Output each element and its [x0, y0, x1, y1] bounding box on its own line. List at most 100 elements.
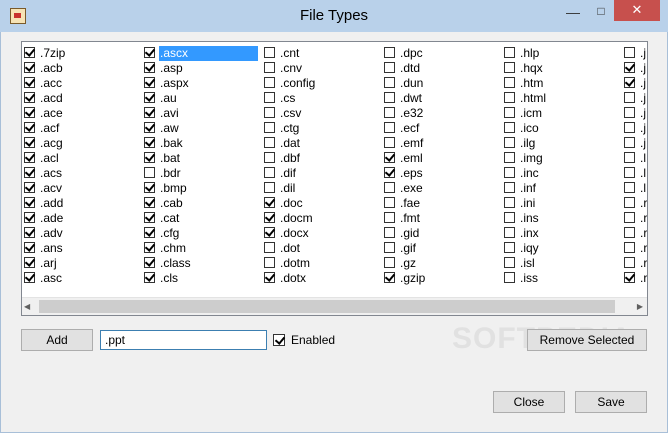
item-checkbox[interactable]	[624, 107, 635, 118]
item-checkbox[interactable]	[264, 107, 275, 118]
list-item[interactable]: .ans	[24, 241, 142, 256]
item-checkbox[interactable]	[264, 197, 275, 208]
list-item[interactable]: .docx	[264, 226, 382, 241]
item-checkbox[interactable]	[144, 272, 155, 283]
item-checkbox[interactable]	[144, 77, 155, 88]
item-checkbox[interactable]	[144, 107, 155, 118]
close-window-button[interactable]: ✕	[614, 0, 660, 21]
list-item[interactable]: .bmp	[144, 181, 262, 196]
list-item[interactable]: .adv	[24, 226, 142, 241]
item-checkbox[interactable]	[144, 167, 155, 178]
item-checkbox[interactable]	[264, 257, 275, 268]
list-item[interactable]: .inf	[504, 181, 622, 196]
item-checkbox[interactable]	[144, 212, 155, 223]
item-checkbox[interactable]	[24, 167, 35, 178]
item-checkbox[interactable]	[264, 137, 275, 148]
item-checkbox[interactable]	[144, 227, 155, 238]
item-checkbox[interactable]	[264, 167, 275, 178]
list-item[interactable]: .dbf	[264, 151, 382, 166]
item-checkbox[interactable]	[624, 92, 635, 103]
item-checkbox[interactable]	[24, 122, 35, 133]
item-checkbox[interactable]	[384, 77, 395, 88]
item-checkbox[interactable]	[504, 182, 515, 193]
list-item[interactable]: .dpc	[384, 46, 502, 61]
item-checkbox[interactable]	[144, 137, 155, 148]
list-item[interactable]: .acd	[24, 91, 142, 106]
list-item[interactable]: .j	[624, 91, 647, 106]
list-item[interactable]: .7zip	[24, 46, 142, 61]
list-item[interactable]: .inc	[504, 166, 622, 181]
item-checkbox[interactable]	[504, 92, 515, 103]
list-item[interactable]: .avi	[144, 106, 262, 121]
list-item[interactable]: .html	[504, 91, 622, 106]
list-item[interactable]: .r	[624, 271, 647, 286]
list-item[interactable]: .chm	[144, 241, 262, 256]
list-item[interactable]: .ctg	[264, 121, 382, 136]
item-checkbox[interactable]	[384, 152, 395, 163]
item-checkbox[interactable]	[264, 272, 275, 283]
item-checkbox[interactable]	[384, 92, 395, 103]
item-checkbox[interactable]	[504, 242, 515, 253]
item-checkbox[interactable]	[504, 197, 515, 208]
scroll-right-icon[interactable]: ▶	[637, 302, 643, 311]
item-checkbox[interactable]	[24, 92, 35, 103]
list-item[interactable]: .acs	[24, 166, 142, 181]
list-item[interactable]: .dil	[264, 181, 382, 196]
extension-input[interactable]: .ppt	[100, 330, 267, 350]
item-checkbox[interactable]	[24, 272, 35, 283]
list-item[interactable]: .acv	[24, 181, 142, 196]
item-checkbox[interactable]	[504, 107, 515, 118]
item-checkbox[interactable]	[264, 92, 275, 103]
maximize-button[interactable]: □	[588, 4, 614, 22]
list-item[interactable]: .cnv	[264, 61, 382, 76]
item-checkbox[interactable]	[144, 197, 155, 208]
list-item[interactable]: .gzip	[384, 271, 502, 286]
list-item[interactable]: .cfg	[144, 226, 262, 241]
list-item[interactable]: .class	[144, 256, 262, 271]
list-item[interactable]: .r	[624, 211, 647, 226]
item-checkbox[interactable]	[624, 212, 635, 223]
list-item[interactable]: .fmt	[384, 211, 502, 226]
list-item[interactable]: .docm	[264, 211, 382, 226]
item-checkbox[interactable]	[384, 272, 395, 283]
file-types-list[interactable]: ◀ ▶ .7zip .acb .acc .acd .ace .acf .acg .acl .ac…	[21, 41, 648, 316]
item-checkbox[interactable]	[24, 137, 35, 148]
item-checkbox[interactable]	[144, 182, 155, 193]
item-checkbox[interactable]	[24, 197, 35, 208]
item-checkbox[interactable]	[384, 107, 395, 118]
list-item[interactable]: .gid	[384, 226, 502, 241]
list-item[interactable]: .hqx	[504, 61, 622, 76]
list-item[interactable]: .ins	[504, 211, 622, 226]
item-checkbox[interactable]	[384, 227, 395, 238]
list-item[interactable]: .l	[624, 181, 647, 196]
list-item[interactable]: .acc	[24, 76, 142, 91]
list-item[interactable]: .ico	[504, 121, 622, 136]
list-item[interactable]: .dotm	[264, 256, 382, 271]
item-checkbox[interactable]	[504, 62, 515, 73]
list-item[interactable]: .j	[624, 106, 647, 121]
minimize-button[interactable]: —	[560, 4, 586, 22]
item-checkbox[interactable]	[504, 227, 515, 238]
list-item[interactable]: .acb	[24, 61, 142, 76]
item-checkbox[interactable]	[384, 212, 395, 223]
item-checkbox[interactable]	[144, 62, 155, 73]
item-checkbox[interactable]	[504, 77, 515, 88]
list-item[interactable]: .l	[624, 166, 647, 181]
list-item[interactable]: .ade	[24, 211, 142, 226]
item-checkbox[interactable]	[504, 272, 515, 283]
item-checkbox[interactable]	[624, 122, 635, 133]
item-checkbox[interactable]	[264, 182, 275, 193]
list-item[interactable]: .dwt	[384, 91, 502, 106]
list-item[interactable]: .aspx	[144, 76, 262, 91]
item-checkbox[interactable]	[144, 47, 155, 58]
list-item[interactable]: .ini	[504, 196, 622, 211]
list-item[interactable]: .cnt	[264, 46, 382, 61]
item-checkbox[interactable]	[144, 92, 155, 103]
list-item[interactable]: .asc	[24, 271, 142, 286]
item-checkbox[interactable]	[264, 212, 275, 223]
list-item[interactable]: .bdr	[144, 166, 262, 181]
list-item[interactable]: .cls	[144, 271, 262, 286]
list-item[interactable]: .dotx	[264, 271, 382, 286]
list-item[interactable]: .j	[624, 121, 647, 136]
item-checkbox[interactable]	[624, 242, 635, 253]
